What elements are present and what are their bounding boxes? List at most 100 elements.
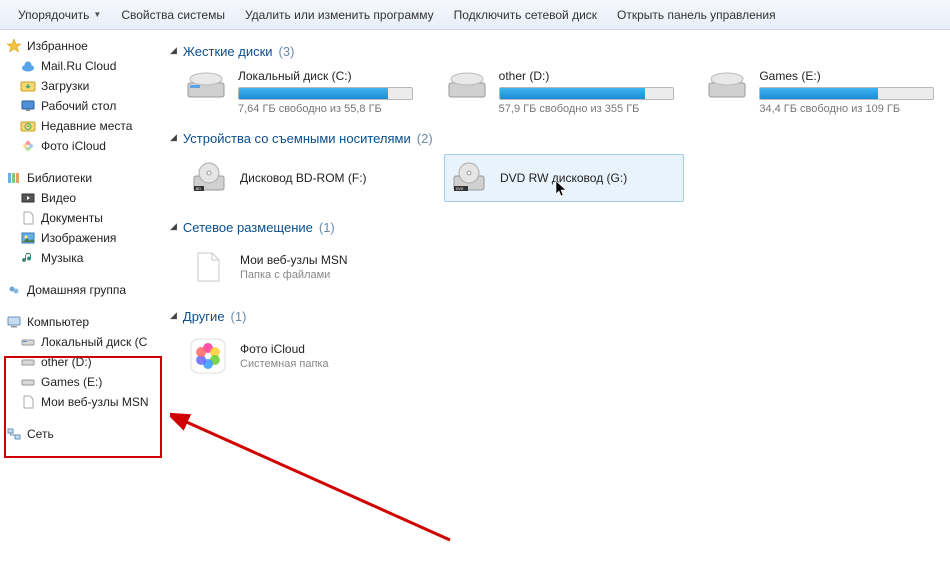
drive-c[interactable]: Локальный диск (C:) 7,64 ГБ свободно из … [184, 67, 421, 115]
sidebar-item-drive-c[interactable]: Локальный диск (C [20, 332, 154, 352]
toolbar: Упорядочить ▼ Свойства системы Удалить и… [0, 0, 950, 30]
sidebar-favorites-label: Избранное [27, 39, 88, 53]
sidebar-item-label: Видео [41, 191, 76, 205]
pictures-icon [20, 230, 36, 246]
video-icon [20, 190, 36, 206]
sidebar-computer-header[interactable]: Компьютер [6, 312, 154, 332]
drive-bdrom[interactable]: BD Дисковод BD-ROM (F:) [184, 154, 424, 202]
sidebar-item-documents[interactable]: Документы [20, 208, 154, 228]
netloc-row: Мои веб-узлы MSN Папка с файлами [158, 243, 942, 291]
section-title: Другие [183, 309, 225, 324]
sidebar-item-mailru[interactable]: Mail.Ru Cloud [20, 56, 154, 76]
item-name: Мои веб-узлы MSN [240, 253, 347, 267]
sidebar-network-header[interactable]: Сеть [6, 424, 154, 444]
section-netloc[interactable]: ◢ Сетевое размещение (1) [158, 214, 942, 239]
uninstall-program-button[interactable]: Удалить или изменить программу [235, 4, 444, 26]
download-folder-icon [20, 78, 36, 94]
document-icon [20, 394, 36, 410]
drive-icon [20, 354, 36, 370]
drive-name: Games (E:) [759, 69, 934, 83]
collapse-icon: ◢ [170, 221, 177, 232]
drive-usage-bar [499, 87, 674, 100]
sidebar-favorites-header[interactable]: Избранное [6, 36, 154, 56]
sidebar-item-icloud-photo[interactable]: Фото iCloud [20, 136, 154, 156]
photos-app-icon [188, 336, 228, 376]
sidebar-item-pictures[interactable]: Изображения [20, 228, 154, 248]
control-panel-button[interactable]: Открыть панель управления [607, 4, 786, 26]
map-drive-button[interactable]: Подключить сетевой диск [444, 4, 607, 26]
sidebar-homegroup-header[interactable]: Домашняя группа [6, 280, 154, 300]
drive-usage-bar [238, 87, 413, 100]
netloc-msn[interactable]: Мои веб-узлы MSN Папка с файлами [184, 243, 424, 291]
section-hard-disks[interactable]: ◢ Жесткие диски (3) [158, 38, 942, 63]
section-title: Сетевое размещение [183, 220, 313, 235]
dvd-drive-icon: DVD [448, 158, 488, 198]
organize-menu[interactable]: Упорядочить ▼ [8, 4, 111, 26]
chevron-down-icon: ▼ [93, 10, 101, 19]
svg-text:BD: BD [196, 187, 201, 191]
sidebar-libraries: Библиотеки Видео Документы Изображения [6, 168, 154, 268]
homegroup-icon [6, 282, 22, 298]
main-panel: ◢ Жесткие диски (3) Локальный диск (C:) … [156, 30, 950, 572]
section-count: (2) [417, 131, 433, 146]
drives-row: Локальный диск (C:) 7,64 ГБ свободно из … [158, 67, 942, 115]
drive-status: 57,9 ГБ свободно из 355 ГБ [499, 103, 674, 115]
sidebar-item-drive-e[interactable]: Games (E:) [20, 372, 154, 392]
sidebar-item-label: Games (E:) [41, 375, 102, 389]
section-removable[interactable]: ◢ Устройства со съемными носителями (2) [158, 125, 942, 150]
cloud-icon [20, 58, 36, 74]
drive-name: DVD RW дисковод (G:) [500, 171, 627, 185]
sidebar-libraries-header[interactable]: Библиотеки [6, 168, 154, 188]
sidebar-item-label: Документы [41, 211, 103, 225]
network-icon [6, 426, 22, 442]
section-count: (1) [319, 220, 335, 235]
music-icon [20, 250, 36, 266]
section-count: (1) [231, 309, 247, 324]
drive-e[interactable]: Games (E:) 34,4 ГБ свободно из 109 ГБ [705, 67, 942, 115]
drive-name: other (D:) [499, 69, 674, 83]
hdd-icon [705, 67, 749, 103]
section-title: Жесткие диски [183, 44, 273, 59]
item-name: Фото iCloud [240, 342, 329, 356]
photos-icon [20, 138, 36, 154]
bd-drive-icon: BD [188, 158, 228, 198]
system-properties-button[interactable]: Свойства системы [111, 4, 235, 26]
sidebar-computer: Компьютер Локальный диск (C other (D:) G… [6, 312, 154, 412]
sidebar-computer-label: Компьютер [27, 315, 89, 329]
sidebar: Избранное Mail.Ru Cloud Загрузки Рабочий… [0, 30, 156, 572]
sidebar-item-desktop[interactable]: Рабочий стол [20, 96, 154, 116]
document-icon [20, 210, 36, 226]
sidebar-item-music[interactable]: Музыка [20, 248, 154, 268]
drive-d[interactable]: other (D:) 57,9 ГБ свободно из 355 ГБ [445, 67, 682, 115]
drive-status: 34,4 ГБ свободно из 109 ГБ [759, 103, 934, 115]
drive-status: 7,64 ГБ свободно из 55,8 ГБ [238, 103, 413, 115]
sidebar-homegroup: Домашняя группа [6, 280, 154, 300]
other-icloud-photos[interactable]: Фото iCloud Системная папка [184, 332, 424, 380]
item-sub: Системная папка [240, 358, 329, 370]
drive-name: Дисковод BD-ROM (F:) [240, 171, 367, 185]
sidebar-item-label: Мои веб-узлы MSN [41, 395, 148, 409]
section-other[interactable]: ◢ Другие (1) [158, 303, 942, 328]
sidebar-network-label: Сеть [27, 427, 54, 441]
sidebar-homegroup-label: Домашняя группа [27, 283, 126, 297]
sidebar-item-label: Фото iCloud [41, 139, 106, 153]
organize-label: Упорядочить [18, 8, 89, 22]
item-sub: Папка с файлами [240, 269, 347, 281]
sidebar-item-drive-d[interactable]: other (D:) [20, 352, 154, 372]
recent-icon [20, 118, 36, 134]
sidebar-item-recent[interactable]: Недавние места [20, 116, 154, 136]
drive-usage-bar [759, 87, 934, 100]
star-icon [6, 38, 22, 54]
drive-name: Локальный диск (C:) [238, 69, 413, 83]
collapse-icon: ◢ [170, 310, 177, 321]
drive-dvdrw[interactable]: DVD DVD RW дисковод (G:) [444, 154, 684, 202]
sidebar-item-label: Локальный диск (C [41, 335, 147, 349]
sidebar-item-video[interactable]: Видео [20, 188, 154, 208]
other-row: Фото iCloud Системная папка [158, 332, 942, 380]
sidebar-network: Сеть [6, 424, 154, 444]
libraries-icon [6, 170, 22, 186]
sidebar-item-label: Недавние места [41, 119, 132, 133]
sidebar-item-msn[interactable]: Мои веб-узлы MSN [20, 392, 154, 412]
sidebar-item-downloads[interactable]: Загрузки [20, 76, 154, 96]
drive-icon [20, 374, 36, 390]
